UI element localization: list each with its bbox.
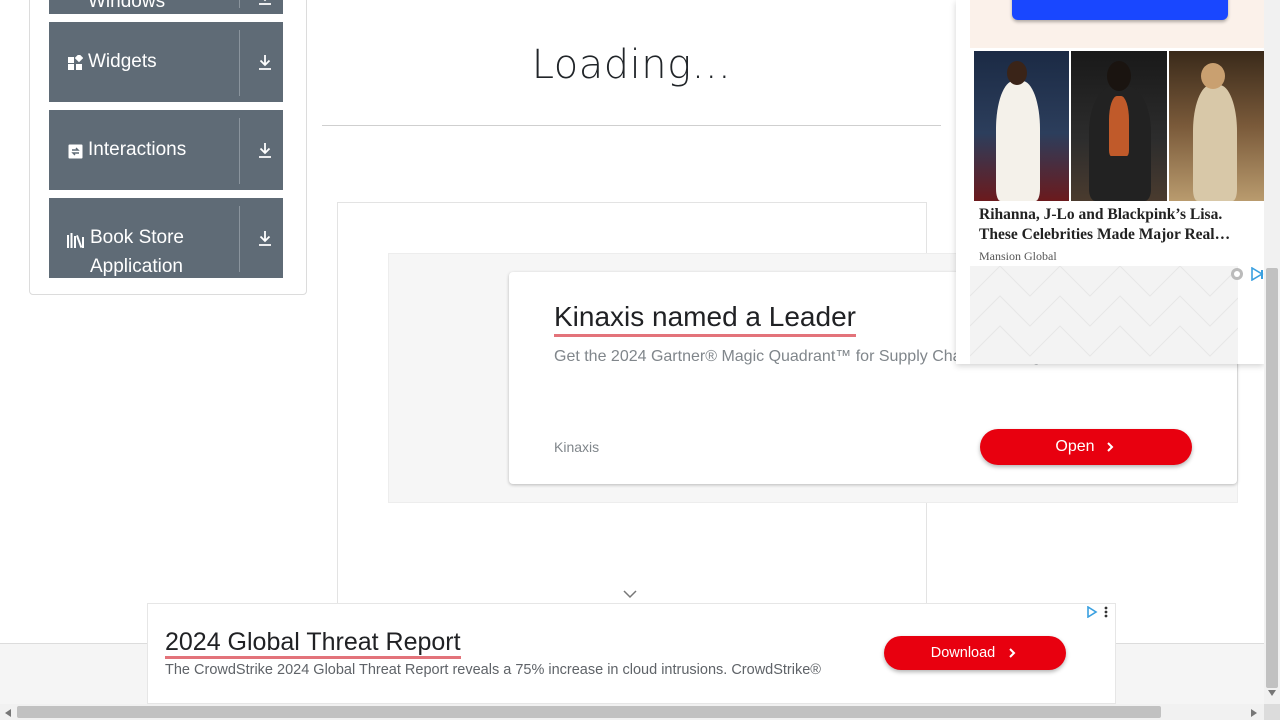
horizontal-scrollbar[interactable] <box>0 704 1264 720</box>
crowdstrike-ad[interactable]: 2024 Global Threat Report The CrowdStrik… <box>147 603 1116 704</box>
tile-divider <box>239 206 240 272</box>
scrollbar-thumb[interactable] <box>17 706 1161 718</box>
books-icon <box>67 232 85 248</box>
sidebar-item-label: Interactions <box>88 139 187 160</box>
scrollbar-thumb[interactable] <box>1266 268 1278 688</box>
ad-options <box>1086 605 1108 623</box>
chevron-right-icon <box>1009 648 1016 658</box>
open-button-label: Open <box>1055 438 1095 455</box>
adchoices-icon[interactable] <box>1250 266 1264 286</box>
celebrity-photo <box>974 51 1070 201</box>
scrollbar-corner <box>1264 704 1280 720</box>
chevron-down-icon[interactable] <box>622 589 638 599</box>
ad-badges <box>1230 266 1264 286</box>
scroll-left-arrow-icon[interactable] <box>5 709 11 717</box>
adchoices-icon[interactable] <box>1086 605 1098 623</box>
ad-title[interactable]: Kinaxis named a Leader <box>554 300 856 337</box>
ad-title[interactable]: 2024 Global Threat Report <box>165 628 461 659</box>
download-icon[interactable] <box>255 22 275 102</box>
page-title: Loading... <box>531 42 732 88</box>
widgets-icon <box>67 54 83 70</box>
tile-divider <box>239 118 240 184</box>
scroll-right-arrow-icon[interactable] <box>1251 709 1257 717</box>
scroll-down-arrow-icon[interactable] <box>1268 690 1276 696</box>
open-button[interactable]: Open <box>980 429 1192 465</box>
overlay-ad-headline[interactable]: Rihanna, J-Lo and Blackpink’s Lisa. Thes… <box>979 205 1249 245</box>
overlay-ad-image[interactable] <box>974 51 1264 201</box>
download-button[interactable]: Download <box>884 636 1066 670</box>
tile-divider <box>239 30 240 96</box>
sidebar-item-book-store[interactable]: Book Store Application <box>49 198 283 278</box>
celebrity-photo <box>1168 51 1264 201</box>
download-icon[interactable] <box>255 198 275 278</box>
celebrity-photo <box>1071 51 1167 201</box>
page-root: Windows Widgets Interactions Book Store … <box>0 0 1280 720</box>
sidebar-item-label: Widgets <box>88 51 157 72</box>
ad-description: The CrowdStrike 2024 Global Threat Repor… <box>165 662 821 678</box>
ad-advertiser: Kinaxis <box>554 439 600 455</box>
overlay-ad-pattern <box>969 265 1239 364</box>
sidebar-item-windows[interactable]: Windows <box>49 0 283 14</box>
download-icon[interactable] <box>255 0 275 14</box>
download-icon[interactable] <box>255 110 275 190</box>
sidebar-item-label: Windows <box>88 0 166 12</box>
sidebar-item-interactions[interactable]: Interactions <box>49 110 283 190</box>
ad-info-icon[interactable] <box>1230 267 1244 286</box>
sidebar-item-widgets[interactable]: Widgets <box>49 22 283 102</box>
overlay-ad-button[interactable] <box>1012 0 1228 20</box>
download-button-label: Download <box>930 645 996 661</box>
overlay-ad-source: Mansion Global <box>979 249 1057 263</box>
chevron-right-icon <box>1106 442 1113 452</box>
overlay-ad[interactable]: Rihanna, J-Lo and Blackpink’s Lisa. Thes… <box>956 0 1264 364</box>
tile-divider <box>239 0 240 8</box>
interactions-icon <box>67 143 83 159</box>
divider <box>322 125 941 126</box>
sidebar-item-label: Book Store Application <box>90 227 184 277</box>
vertical-scrollbar[interactable] <box>1264 0 1280 704</box>
more-options-icon[interactable] <box>1104 605 1108 623</box>
